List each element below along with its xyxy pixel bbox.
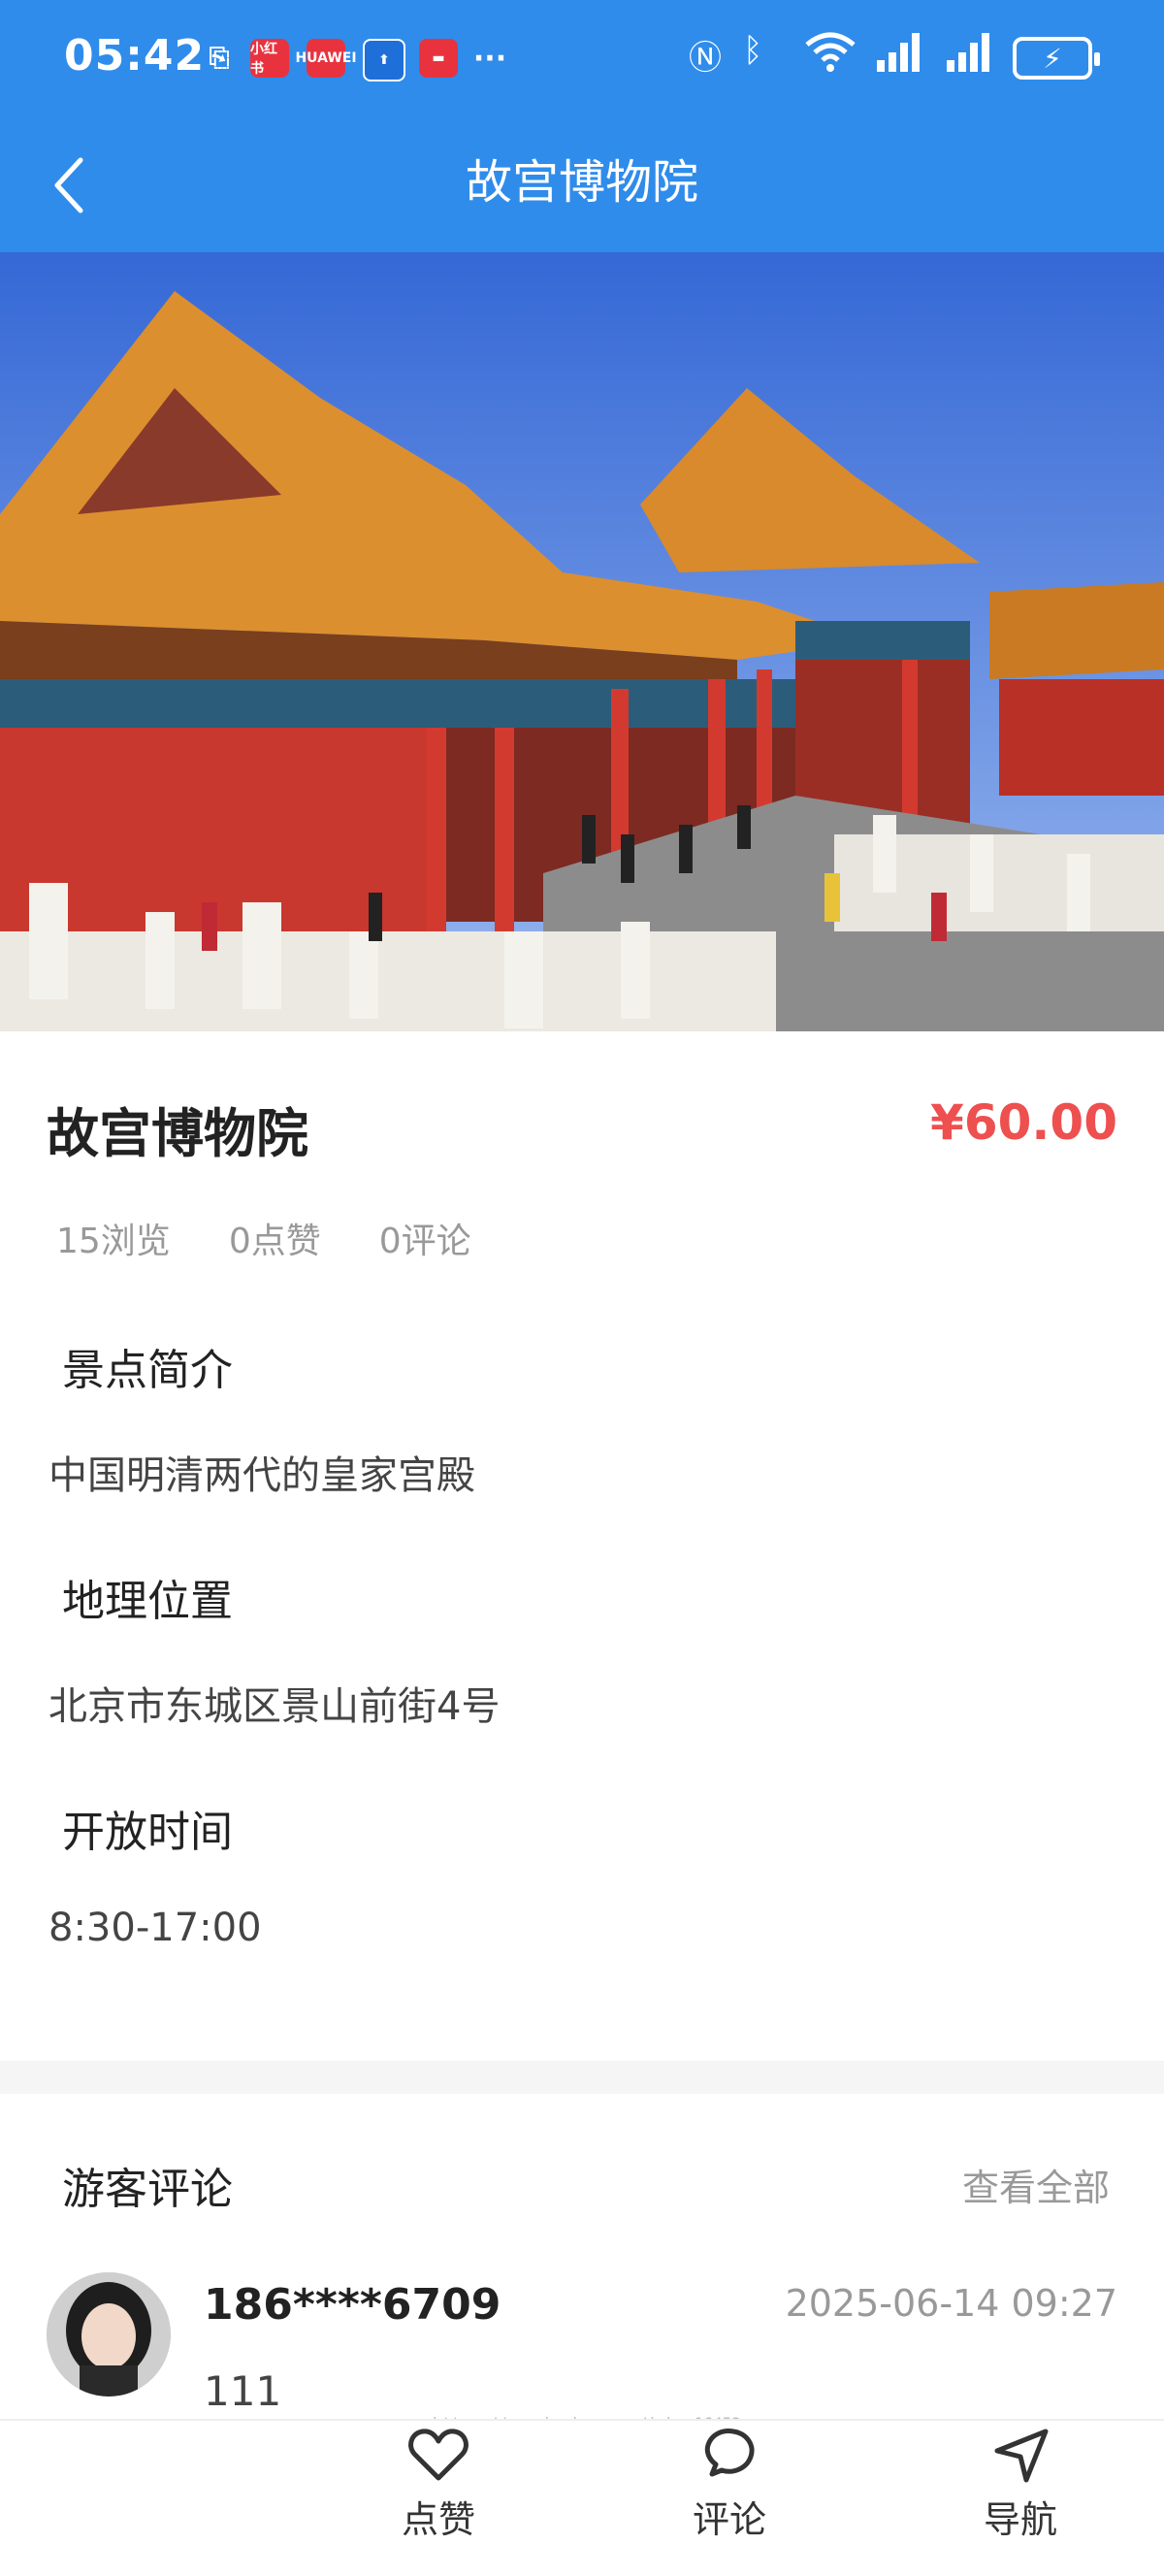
like-label: 点赞 bbox=[401, 2498, 475, 2541]
hours-heading: 开放时间 bbox=[62, 1808, 233, 1857]
status-bar: 05:42 ⎘ 小红书 HUAWEI ⬆ ▬ ··· Ⓝ ᛒ ⚡ bbox=[0, 0, 1164, 116]
hours-text: 8:30-17:00 bbox=[48, 1906, 262, 1950]
review-username: 186****6709 bbox=[204, 2280, 501, 2330]
avatar bbox=[47, 2272, 171, 2397]
review-date: 2025-06-14 09:27 bbox=[785, 2282, 1117, 2325]
attraction-name: 故宫博物院 bbox=[47, 1103, 308, 1164]
nfc-icon: Ⓝ bbox=[689, 39, 722, 78]
intro-heading: 景点简介 bbox=[62, 1346, 233, 1395]
status-time: 05:42 bbox=[64, 31, 206, 81]
more-notifications-icon: ··· bbox=[472, 41, 507, 76]
section-divider bbox=[0, 2061, 1164, 2094]
like-count: 0点赞 bbox=[228, 1222, 321, 1261]
comment-label: 评论 bbox=[692, 2498, 766, 2541]
comment-button[interactable]: 评论 bbox=[662, 2426, 797, 2543]
view-count: 15浏览 bbox=[56, 1222, 171, 1261]
navigate-label: 导航 bbox=[983, 2498, 1057, 2541]
view-all-reviews-link[interactable]: 查看全部 bbox=[962, 2158, 1110, 2211]
top-bar: 05:42 ⎘ 小红书 HUAWEI ⬆ ▬ ··· Ⓝ ᛒ ⚡ 故宫博物院 bbox=[0, 0, 1164, 252]
usb-icon: ⎘ bbox=[209, 43, 230, 73]
intro-text: 中国明清两代的皇家宫殿 bbox=[48, 1453, 475, 1498]
navigation-arrow-icon bbox=[994, 2429, 1049, 2483]
notification-app-icon: 小红书 bbox=[250, 39, 289, 78]
heart-icon bbox=[408, 2429, 469, 2481]
attraction-photo bbox=[0, 252, 1164, 1031]
notification-app-icon: HUAWEI bbox=[295, 39, 357, 78]
battery-charging-icon: ⚡ bbox=[1013, 37, 1100, 80]
page-title: 故宫博物院 bbox=[465, 155, 698, 210]
upload-icon: ⬆ bbox=[363, 39, 405, 82]
reviews-heading: 游客评论 bbox=[62, 2165, 233, 2214]
review-text: 111 bbox=[204, 2367, 282, 2415]
location-text: 北京市东城区景山前街4号 bbox=[48, 1684, 501, 1729]
location-heading: 地理位置 bbox=[62, 1577, 233, 1626]
wifi-icon bbox=[803, 31, 857, 82]
signal-icon bbox=[945, 31, 995, 82]
notification-app-icon: ▬ bbox=[419, 39, 458, 78]
bluetooth-icon: ᛒ bbox=[743, 31, 763, 70]
attraction-stats: 15浏览 0点赞 0评论 bbox=[56, 1213, 471, 1263]
comment-bubble-icon bbox=[704, 2429, 755, 2477]
navigate-button[interactable]: 导航 bbox=[953, 2426, 1088, 2543]
signal-icon bbox=[875, 31, 925, 82]
attraction-price: ¥60.00 bbox=[930, 1094, 1117, 1151]
comment-count: 0评论 bbox=[378, 1222, 471, 1261]
like-button[interactable]: 点赞 bbox=[371, 2426, 506, 2543]
